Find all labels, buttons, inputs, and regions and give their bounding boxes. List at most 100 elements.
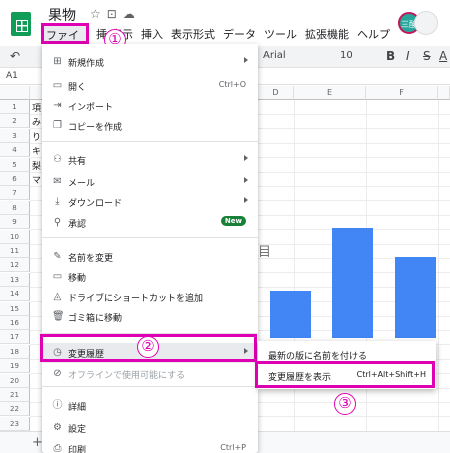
column-header-d[interactable]: D bbox=[258, 86, 294, 100]
menu-item-approval[interactable]: ⚲ 承認 New bbox=[42, 213, 258, 233]
cell-a[interactable]: キ bbox=[32, 144, 41, 157]
submenu-arrow-icon bbox=[244, 177, 248, 183]
drive-shortcut-icon: ◬ bbox=[53, 291, 62, 302]
document-title[interactable]: 果物 bbox=[48, 5, 76, 25]
column-header-e[interactable]: E bbox=[294, 86, 366, 100]
row-header[interactable]: 9 bbox=[0, 215, 30, 230]
menubar: 挿 表示 挿入 表示形式 データ ツール 拡張機能 ヘルプ bbox=[42, 25, 394, 43]
file-menu: ⊞ 新規作成 ▭ 開く Ctrl+O ⇥ インポート ❐ コピーを作成 ⚇ 共有 ✉ メール ⤓ ダウンロー… bbox=[42, 44, 258, 453]
move-folder-icon[interactable]: ⊡ bbox=[107, 7, 117, 21]
highlight-show-version-history bbox=[255, 361, 435, 388]
corner-header[interactable] bbox=[0, 86, 30, 100]
cell-a[interactable]: マ bbox=[32, 173, 41, 186]
print-icon: ⎙ bbox=[53, 443, 62, 453]
email-icon: ✉ bbox=[53, 176, 62, 187]
column-header-f[interactable]: F bbox=[366, 86, 438, 100]
settings-icon: ⚙ bbox=[53, 422, 62, 433]
menu-item-rename[interactable]: ✎ 名前を変更 bbox=[42, 247, 258, 267]
row-header[interactable]: 20 bbox=[0, 373, 30, 388]
row-header[interactable]: 21 bbox=[0, 388, 30, 402]
row-header[interactable]: 2 bbox=[0, 114, 30, 129]
menu-separator bbox=[42, 386, 258, 387]
folder-open-icon: ▭ bbox=[52, 80, 63, 91]
cloud-status-icon[interactable]: ☁ bbox=[123, 7, 135, 21]
row-header[interactable]: 14 bbox=[0, 287, 30, 302]
row-header[interactable]: 3 bbox=[0, 128, 30, 143]
row-header[interactable]: 8 bbox=[0, 200, 30, 215]
undo-icon[interactable]: ↶ bbox=[10, 49, 20, 63]
row-header[interactable]: 1 bbox=[0, 100, 30, 114]
chart-bar[interactable] bbox=[395, 257, 436, 338]
row-header[interactable]: 17 bbox=[0, 330, 30, 345]
menu-item-share[interactable]: ⚇ 共有 bbox=[42, 150, 258, 170]
menu-extensions[interactable]: 拡張機能 bbox=[301, 25, 353, 43]
menu-item-move[interactable]: ▭ 移動 bbox=[42, 267, 258, 287]
row-header[interactable]: 18 bbox=[0, 344, 30, 359]
menu-help[interactable]: ヘルプ bbox=[353, 25, 394, 43]
annotation-number-3: ③ bbox=[334, 393, 356, 415]
chart-bar[interactable] bbox=[270, 290, 311, 338]
menu-insert[interactable]: 挿入 bbox=[137, 25, 167, 43]
menu-data[interactable]: データ bbox=[219, 25, 260, 43]
name-box[interactable]: A1 bbox=[6, 71, 18, 81]
row-header[interactable]: 7 bbox=[0, 186, 30, 201]
row-header[interactable]: 6 bbox=[0, 172, 30, 186]
info-icon: ⓘ bbox=[52, 400, 63, 411]
cell-a[interactable]: 項 bbox=[32, 101, 41, 114]
cell-a[interactable]: 梨 bbox=[32, 159, 41, 172]
row-header[interactable]: 12 bbox=[0, 258, 30, 273]
menu-item-import[interactable]: ⇥ インポート bbox=[42, 96, 258, 116]
menu-item-label: 共有 bbox=[68, 157, 87, 167]
row-header[interactable]: 19 bbox=[0, 359, 30, 374]
row-header[interactable]: 13 bbox=[0, 272, 30, 287]
strikethrough-button[interactable]: S bbox=[423, 49, 431, 63]
menu-item-settings[interactable]: ⚙ 設定 bbox=[42, 418, 258, 438]
cell-a[interactable]: み bbox=[32, 115, 41, 128]
menu-item-label: コピーを作成 bbox=[68, 123, 123, 133]
row-header[interactable]: 11 bbox=[0, 244, 30, 258]
account-avatar[interactable] bbox=[414, 11, 438, 35]
menu-item-drive-shortcut[interactable]: ◬ ドライブにショートカットを追加 bbox=[42, 287, 258, 307]
cell-a[interactable]: り bbox=[32, 130, 41, 143]
menu-item-copy[interactable]: ❐ コピーを作成 bbox=[42, 116, 258, 136]
menu-item-trash[interactable]: 🗑 ゴミ箱に移動 bbox=[42, 307, 258, 327]
sheets-logo-icon[interactable] bbox=[11, 12, 31, 36]
menu-item-info[interactable]: ⓘ 詳細 bbox=[42, 396, 258, 416]
column-header-g[interactable] bbox=[438, 86, 450, 100]
annotation-number-2: ② bbox=[137, 336, 159, 358]
rename-icon: ✎ bbox=[53, 251, 62, 262]
row-header[interactable]: 5 bbox=[0, 157, 30, 172]
star-icon[interactable]: ☆ bbox=[90, 7, 101, 21]
menu-item-label: 名前を変更 bbox=[68, 254, 114, 264]
menu-file[interactable]: ファイル bbox=[41, 23, 89, 58]
menu-format[interactable]: 表示形式 bbox=[167, 25, 219, 43]
menu-item-label: 新規作成 bbox=[68, 59, 105, 69]
menu-item-add-sheet[interactable]: ⊞ 新規作成 bbox=[42, 52, 258, 72]
menu-tools[interactable]: ツール bbox=[260, 25, 301, 43]
menu-separator bbox=[42, 141, 258, 142]
menu-item-download[interactable]: ⤓ ダウンロード bbox=[42, 192, 258, 212]
row-header[interactable]: 16 bbox=[0, 316, 30, 330]
font-select[interactable]: Arial bbox=[263, 50, 286, 61]
row-header[interactable]: 10 bbox=[0, 229, 30, 244]
menu-item-offline[interactable]: ⊘ オフラインで使用可能にする bbox=[42, 364, 258, 384]
bold-button[interactable]: B bbox=[386, 49, 395, 63]
menu-item-email[interactable]: ✉ メール bbox=[42, 172, 258, 192]
italic-button[interactable]: I bbox=[406, 49, 410, 63]
shortcut-hint: Ctrl+O bbox=[218, 80, 246, 89]
row-header[interactable]: 23 bbox=[0, 416, 30, 431]
menu-item-label: ダウンロード bbox=[68, 199, 123, 209]
menu-item-folder-open[interactable]: ▭ 開く Ctrl+O bbox=[42, 76, 258, 96]
row-header[interactable]: 22 bbox=[0, 402, 30, 417]
row-header[interactable]: 15 bbox=[0, 301, 30, 316]
menu-separator bbox=[42, 237, 258, 238]
font-size-select[interactable]: 10 bbox=[340, 50, 353, 61]
move-icon: ▭ bbox=[52, 271, 63, 282]
row-header[interactable]: 4 bbox=[0, 143, 30, 158]
import-icon: ⇥ bbox=[53, 100, 62, 111]
menu-item-print[interactable]: ⎙ 印刷 Ctrl+P bbox=[42, 439, 258, 453]
text-color-button[interactable]: A bbox=[439, 49, 447, 63]
menu-item-label: インポート bbox=[68, 103, 114, 113]
menu-item-label: 印刷 bbox=[68, 446, 87, 453]
chart-bar[interactable] bbox=[332, 228, 373, 338]
